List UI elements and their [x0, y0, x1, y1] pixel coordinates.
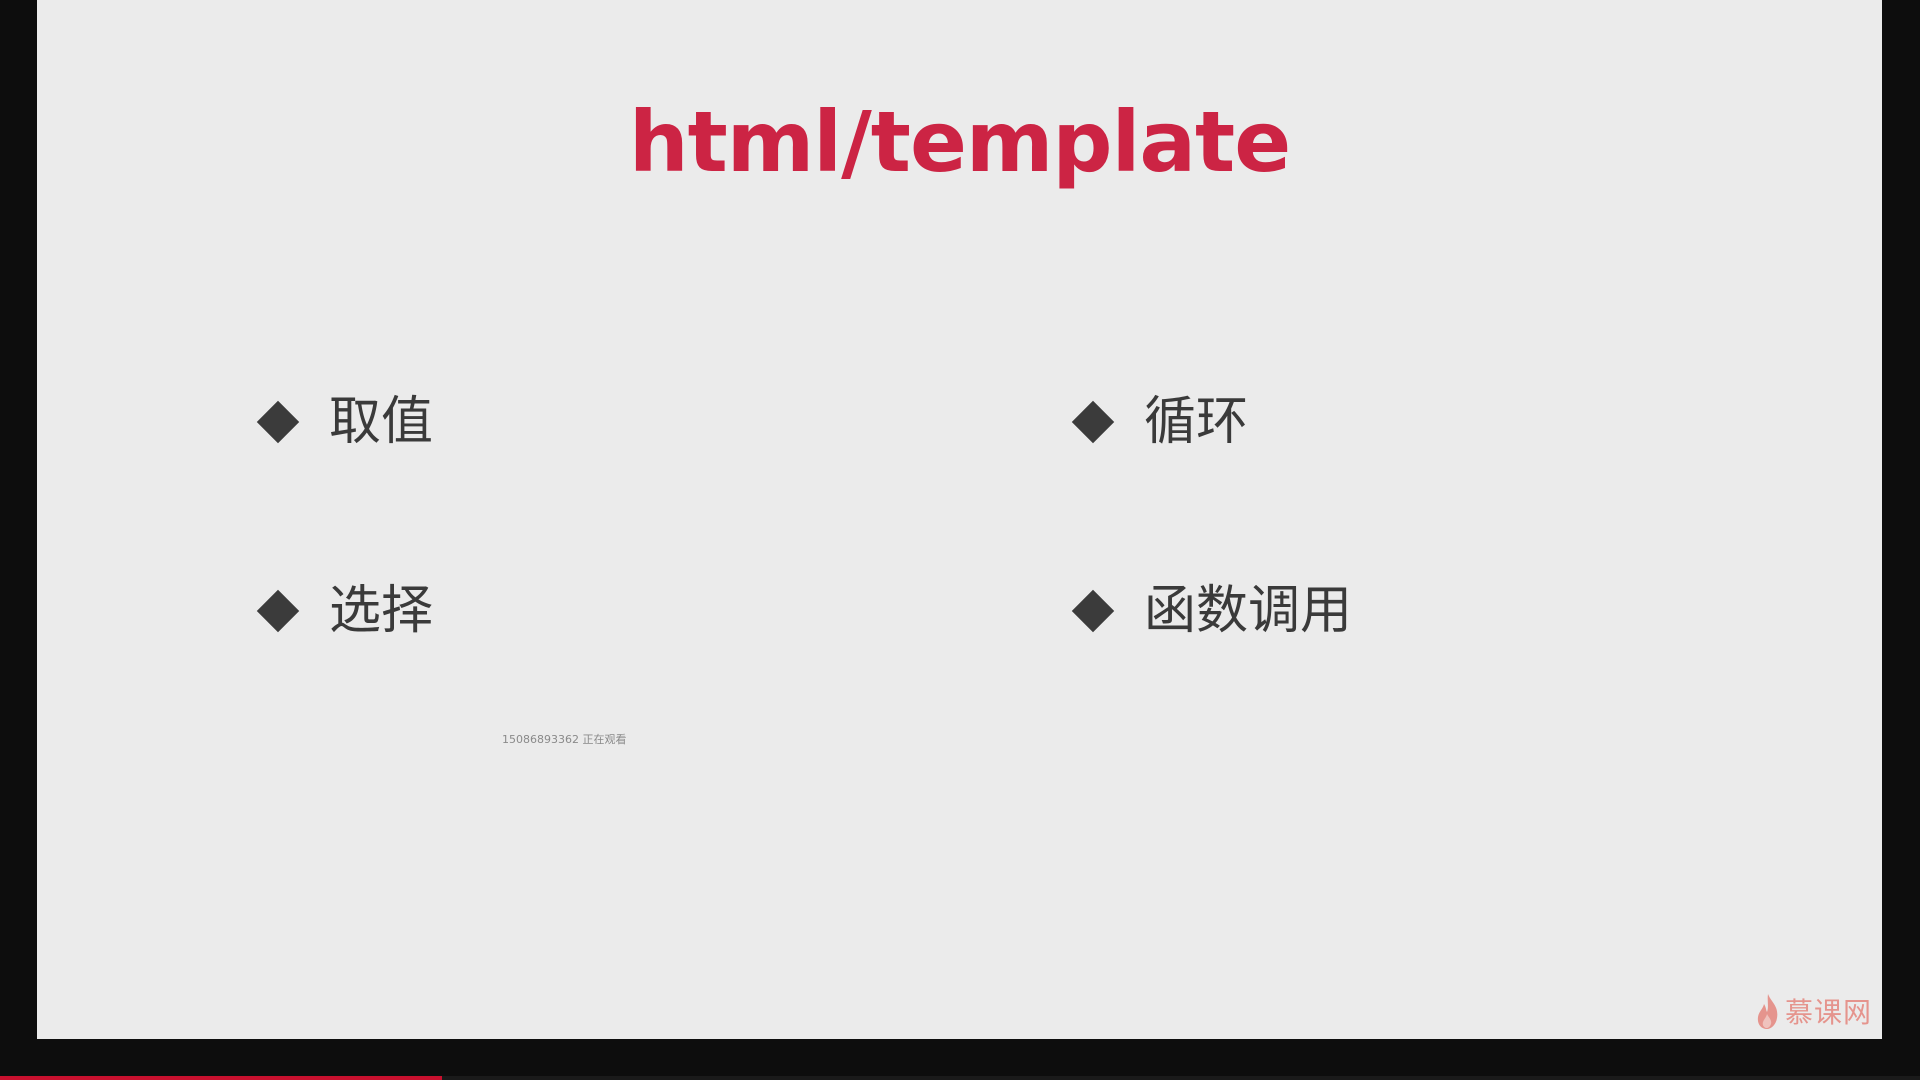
bullet-label: 循环 — [1144, 392, 1249, 452]
bullet-label: 选择 — [329, 581, 434, 641]
flame-icon — [1757, 994, 1778, 1029]
diamond-bullet-icon — [1071, 589, 1115, 633]
diamond-bullet-icon — [256, 589, 300, 633]
progress-fill — [0, 1076, 442, 1080]
brand-logo: 慕课网 — [1755, 991, 1872, 1031]
slide-title: html/template — [628, 93, 1291, 191]
brand-name: 慕课网 — [1784, 996, 1872, 1029]
bullet-item: 选择 — [252, 576, 433, 646]
video-player[interactable]: html/template 取值 循环 选择 函数调用 15086893362 … — [0, 0, 1920, 1080]
diamond-bullet-icon — [256, 400, 300, 444]
diamond-bullet-icon — [1071, 400, 1115, 444]
progress-bar[interactable] — [0, 1076, 1920, 1080]
viewer-watermark: 15086893362 正在观看 — [502, 733, 627, 746]
bullet-item: 循环 — [1067, 387, 1248, 457]
bullet-item: 取值 — [252, 387, 433, 457]
bullet-label: 函数调用 — [1144, 581, 1353, 641]
bullet-item: 函数调用 — [1067, 576, 1352, 646]
bullet-label: 取值 — [329, 392, 434, 452]
presentation-slide: html/template 取值 循环 选择 函数调用 15086893362 … — [37, 0, 1882, 1039]
